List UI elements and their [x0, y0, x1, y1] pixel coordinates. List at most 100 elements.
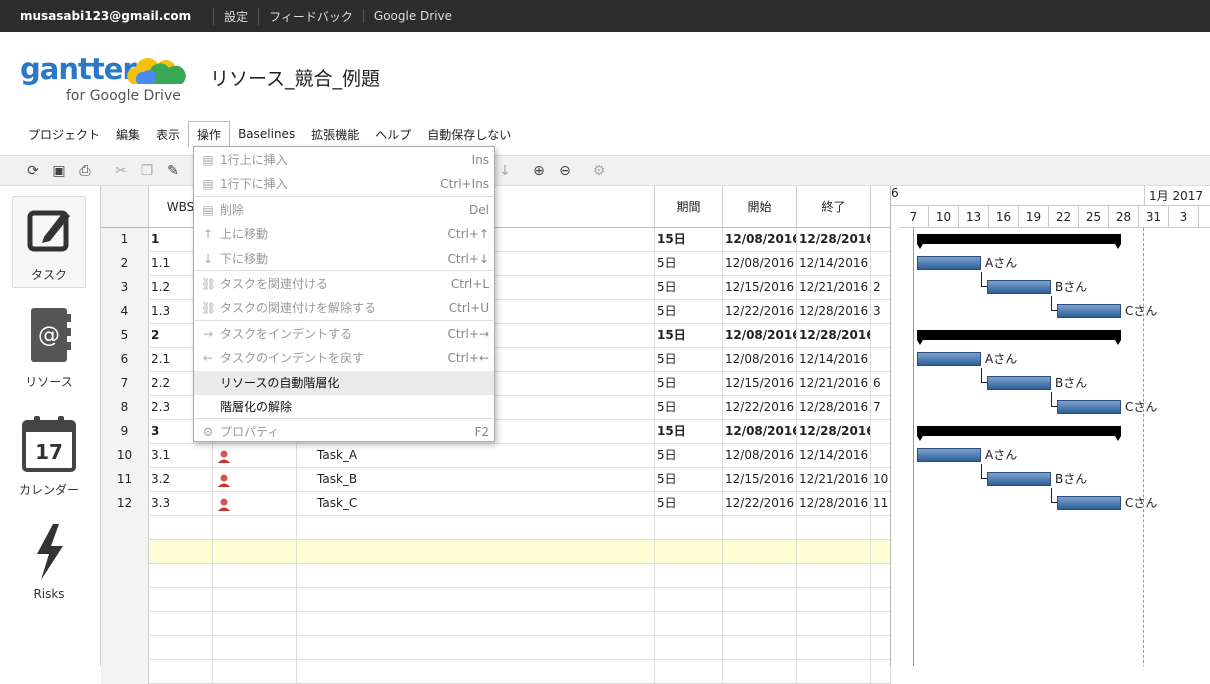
column-header-duration[interactable]: 期間 [655, 186, 723, 228]
predecessor-cell[interactable] [871, 540, 891, 564]
menu-item[interactable]: リソースの自動階層化 [194, 370, 494, 395]
menu-view[interactable]: 表示 [148, 122, 188, 147]
task-bar[interactable] [987, 472, 1051, 486]
feedback-link[interactable]: フィードバック [258, 7, 363, 25]
table-row[interactable]: 10 3.1 Task_A 5日 12/08/2016 12/14/2016 [101, 444, 891, 468]
table-row[interactable] [101, 660, 891, 684]
start-cell[interactable]: 12/08/2016 [723, 420, 797, 444]
start-cell[interactable] [723, 660, 797, 684]
start-cell[interactable]: 12/08/2016 [723, 252, 797, 276]
end-cell[interactable] [797, 588, 871, 612]
end-cell[interactable]: 12/14/2016 [797, 444, 871, 468]
summary-bar[interactable] [917, 426, 1121, 441]
print-icon[interactable]: ⎙ [76, 162, 94, 180]
menu-item[interactable]: 階層化の解除 [194, 395, 494, 419]
move-down-icon[interactable]: ↓ [496, 162, 514, 180]
menu-item[interactable]: → タスクをインデントする Ctrl+→ [194, 322, 494, 346]
start-cell[interactable]: 12/08/2016 [723, 324, 797, 348]
sidebar-item-task[interactable]: タスク [12, 196, 86, 288]
predecessor-cell[interactable] [871, 516, 891, 540]
resource-cell[interactable] [213, 516, 297, 540]
start-cell[interactable]: 12/22/2016 [723, 396, 797, 420]
duration-cell[interactable] [655, 660, 723, 684]
task-name-cell[interactable] [297, 660, 655, 684]
predecessor-cell[interactable]: 6 [871, 372, 891, 396]
task-name-cell[interactable] [297, 612, 655, 636]
cut-icon[interactable]: ✂ [112, 162, 130, 180]
menu-item[interactable]: ⛓ タスクを関連付ける Ctrl+L [194, 272, 494, 296]
menu-project[interactable]: プロジェクト [20, 122, 108, 147]
start-cell[interactable]: 12/08/2016 [723, 348, 797, 372]
duration-cell[interactable]: 5日 [655, 348, 723, 372]
menu-autosave[interactable]: 自動保存しない [419, 122, 519, 147]
table-row[interactable] [101, 612, 891, 636]
end-cell[interactable] [797, 540, 871, 564]
start-cell[interactable]: 12/08/2016 [723, 228, 797, 252]
menu-item[interactable]: ← タスクのインデントを戻す Ctrl+← [194, 346, 494, 370]
predecessor-cell[interactable] [871, 348, 891, 372]
end-cell[interactable] [797, 660, 871, 684]
end-cell[interactable] [797, 564, 871, 588]
zoom-in-icon[interactable]: ⊕ [530, 162, 548, 180]
end-cell[interactable]: 12/21/2016 [797, 468, 871, 492]
end-cell[interactable]: 12/21/2016 [797, 372, 871, 396]
sidebar-item-resource[interactable]: @ リソース [12, 306, 86, 389]
predecessor-cell[interactable] [871, 252, 891, 276]
predecessor-cell[interactable] [871, 660, 891, 684]
task-bar[interactable] [987, 376, 1051, 390]
duration-cell[interactable] [655, 540, 723, 564]
start-cell[interactable]: 12/15/2016 [723, 276, 797, 300]
resource-cell[interactable] [213, 468, 297, 492]
predecessor-cell[interactable] [871, 564, 891, 588]
resource-cell[interactable] [213, 444, 297, 468]
menu-operation[interactable]: 操作 [188, 121, 231, 147]
predecessor-cell[interactable] [871, 228, 891, 252]
wbs-cell[interactable] [149, 636, 213, 660]
duration-cell[interactable]: 5日 [655, 252, 723, 276]
duration-cell[interactable]: 15日 [655, 420, 723, 444]
predecessor-cell[interactable]: 2 [871, 276, 891, 300]
wbs-cell[interactable] [149, 564, 213, 588]
sidebar-item-risks[interactable]: Risks [12, 524, 86, 604]
menu-baselines[interactable]: Baselines [230, 123, 303, 145]
start-cell[interactable] [723, 516, 797, 540]
menu-item[interactable]: ▤ 1行下に挿入 Ctrl+Ins [194, 172, 494, 196]
duration-cell[interactable] [655, 564, 723, 588]
gears-icon[interactable]: ⚙ [590, 162, 608, 180]
wbs-cell[interactable] [149, 588, 213, 612]
task-bar[interactable] [1057, 496, 1121, 510]
predecessor-cell[interactable] [871, 612, 891, 636]
refresh-icon[interactable]: ⟳ [24, 162, 42, 180]
wbs-cell[interactable] [149, 516, 213, 540]
menu-item[interactable]: ⛓ タスクの関連付けを解除する Ctrl+U [194, 296, 494, 320]
predecessor-cell[interactable] [871, 636, 891, 660]
duration-cell[interactable]: 5日 [655, 396, 723, 420]
table-row[interactable] [101, 636, 891, 660]
column-header-predecessor[interactable] [871, 186, 891, 228]
task-bar[interactable] [1057, 400, 1121, 414]
duration-cell[interactable]: 5日 [655, 444, 723, 468]
predecessor-cell[interactable] [871, 324, 891, 348]
start-cell[interactable] [723, 588, 797, 612]
end-cell[interactable]: 12/14/2016 [797, 348, 871, 372]
wbs-cell[interactable]: 3.1 [149, 444, 213, 468]
task-name-cell[interactable] [297, 564, 655, 588]
resource-cell[interactable] [213, 612, 297, 636]
predecessor-cell[interactable]: 3 [871, 300, 891, 324]
end-cell[interactable]: 12/14/2016 [797, 252, 871, 276]
menu-item[interactable]: ▤ 削除 Del [194, 198, 494, 222]
task-name-cell[interactable]: Task_A [297, 444, 655, 468]
end-cell[interactable]: 12/28/2016 [797, 324, 871, 348]
duration-cell[interactable]: 5日 [655, 492, 723, 516]
copy-icon[interactable]: ❐ [138, 162, 156, 180]
resource-cell[interactable] [213, 660, 297, 684]
duration-cell[interactable]: 5日 [655, 372, 723, 396]
predecessor-cell[interactable]: 7 [871, 396, 891, 420]
wbs-cell[interactable] [149, 660, 213, 684]
task-bar[interactable] [917, 256, 981, 270]
start-cell[interactable]: 12/22/2016 [723, 492, 797, 516]
task-bar[interactable] [1057, 304, 1121, 318]
start-cell[interactable]: 12/22/2016 [723, 300, 797, 324]
wbs-cell[interactable]: 3.2 [149, 468, 213, 492]
menu-item[interactable]: ↓ 下に移動 Ctrl+↓ [194, 247, 494, 271]
